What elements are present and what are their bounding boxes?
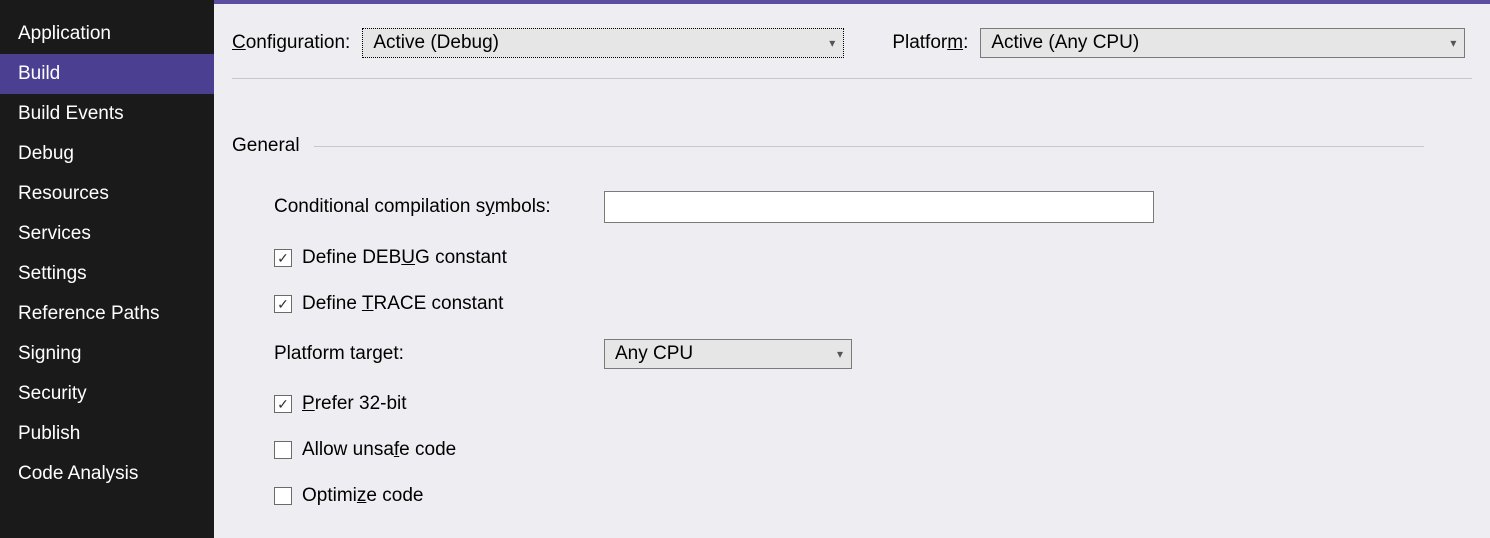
platform-dropdown[interactable]: Active (Any CPU) ▾ [980, 28, 1465, 58]
platform-label: Platform: [892, 32, 968, 54]
allow-unsafe-label: Allow unsafe code [302, 439, 456, 461]
sidebar-item-debug[interactable]: Debug [0, 134, 214, 174]
configuration-dropdown[interactable]: Active (Debug) ▾ [362, 28, 844, 58]
define-trace-checkbox[interactable]: ✓ [274, 295, 292, 313]
optimize-code-checkbox[interactable] [274, 487, 292, 505]
platform-target-row: Platform target: Any CPU ▾ [274, 339, 1472, 369]
conditional-symbols-input[interactable] [604, 191, 1154, 223]
sidebar-item-resources[interactable]: Resources [0, 174, 214, 214]
sidebar-item-build-events[interactable]: Build Events [0, 94, 214, 134]
general-form: Conditional compilation symbols: ✓ Defin… [232, 157, 1472, 507]
section-divider [314, 146, 1424, 147]
sidebar-item-application[interactable]: Application [0, 14, 214, 54]
optimize-code-label: Optimize code [302, 485, 423, 507]
section-general-header: General [232, 135, 1472, 157]
sidebar-item-services[interactable]: Services [0, 214, 214, 254]
define-debug-label: Define DEBUG constant [302, 247, 507, 269]
conditional-symbols-row: Conditional compilation symbols: [274, 191, 1472, 223]
prefer-32bit-checkbox[interactable]: ✓ [274, 395, 292, 413]
sidebar: Application Build Build Events Debug Res… [0, 0, 214, 538]
config-platform-row: Configuration: Active (Debug) ▾ Platform… [232, 28, 1472, 79]
define-trace-label: Define TRACE constant [302, 293, 503, 315]
prefer-32bit-label: Prefer 32-bit [302, 393, 407, 415]
section-general-title: General [232, 135, 300, 157]
sidebar-item-security[interactable]: Security [0, 374, 214, 414]
allow-unsafe-checkbox[interactable] [274, 441, 292, 459]
sidebar-item-settings[interactable]: Settings [0, 254, 214, 294]
platform-target-dropdown[interactable]: Any CPU ▾ [604, 339, 852, 369]
platform-value: Active (Any CPU) [991, 32, 1139, 54]
conditional-symbols-label: Conditional compilation symbols: [274, 196, 604, 218]
sidebar-item-reference-paths[interactable]: Reference Paths [0, 294, 214, 334]
sidebar-item-signing[interactable]: Signing [0, 334, 214, 374]
main-panel: Configuration: Active (Debug) ▾ Platform… [214, 0, 1490, 538]
sidebar-item-code-analysis[interactable]: Code Analysis [0, 454, 214, 494]
chevron-down-icon: ▾ [829, 36, 835, 50]
define-debug-checkbox[interactable]: ✓ [274, 249, 292, 267]
optimize-code-row: Optimize code [274, 485, 1472, 507]
platform-target-value: Any CPU [615, 343, 693, 365]
sidebar-item-publish[interactable]: Publish [0, 414, 214, 454]
configuration-value: Active (Debug) [373, 32, 499, 54]
define-debug-row: ✓ Define DEBUG constant [274, 247, 1472, 269]
chevron-down-icon: ▾ [837, 347, 843, 361]
platform-target-label: Platform target: [274, 343, 604, 365]
allow-unsafe-row: Allow unsafe code [274, 439, 1472, 461]
define-trace-row: ✓ Define TRACE constant [274, 293, 1472, 315]
chevron-down-icon: ▾ [1450, 36, 1456, 50]
configuration-label: Configuration: [232, 32, 350, 54]
sidebar-item-build[interactable]: Build [0, 54, 214, 94]
prefer-32bit-row: ✓ Prefer 32-bit [274, 393, 1472, 415]
